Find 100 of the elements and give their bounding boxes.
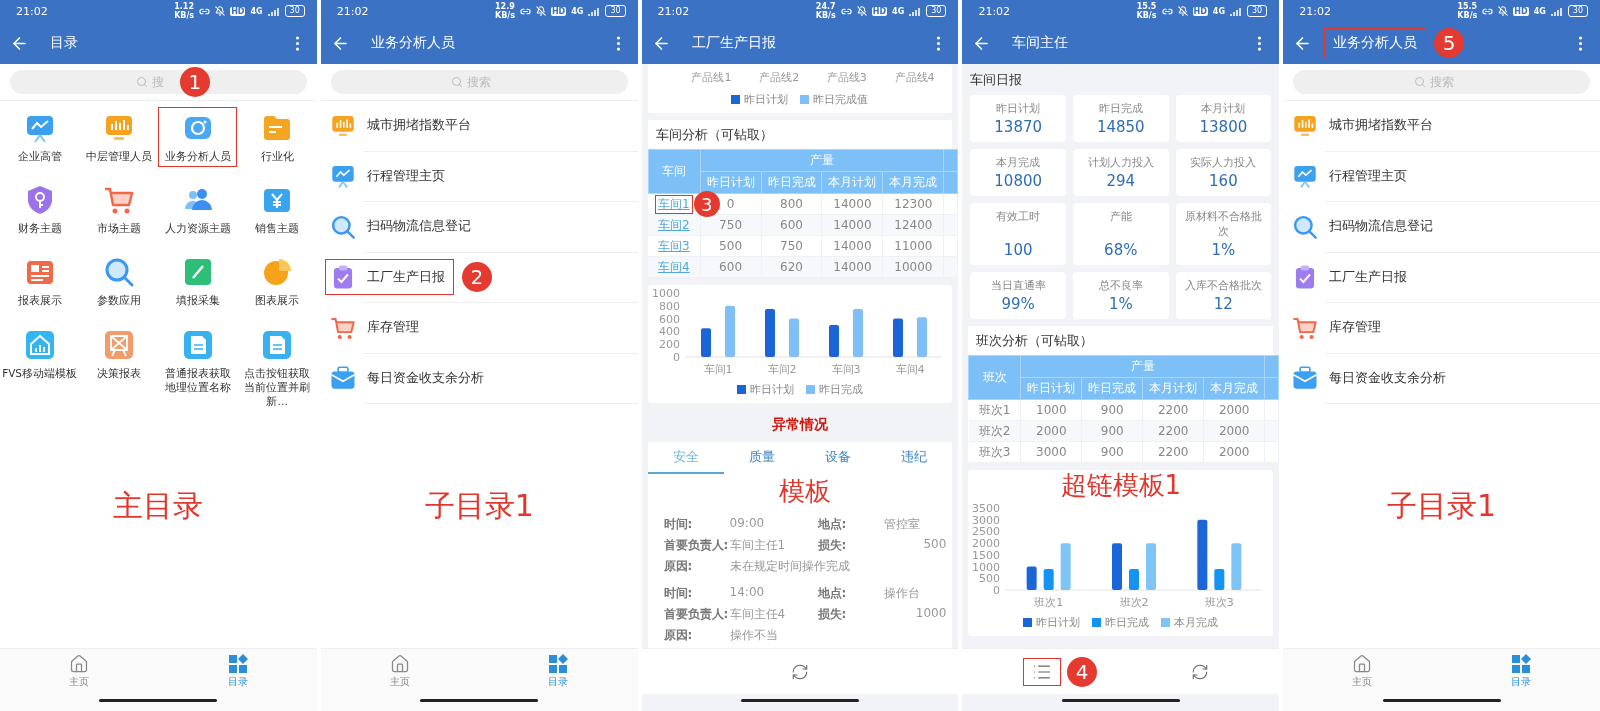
bar: [1112, 543, 1123, 590]
screen-title: 业务分析人员: [1324, 28, 1427, 58]
list-item[interactable]: 城市拥堵指数平台: [324, 107, 480, 144]
catalog-item[interactable]: 中层管理人员: [79, 107, 159, 168]
menu-button[interactable]: [1023, 657, 1062, 686]
bell-off-icon: [1498, 6, 1509, 16]
bar: [828, 325, 839, 357]
bar: [1044, 568, 1055, 590]
axis-tick-label: 2000: [972, 537, 1001, 551]
kpi-label: 有效工时: [996, 209, 1041, 224]
catalog-item[interactable]: FVS移动端模板: [0, 323, 80, 413]
kpi-label: 昨日完成: [1098, 101, 1143, 116]
table-cell: 2000: [1203, 441, 1265, 463]
annotation-caption: 子目录1: [424, 487, 534, 525]
field-label: 原因:: [663, 558, 694, 575]
legend-label: 昨日计划: [750, 382, 794, 397]
catalog-item[interactable]: 财务主题: [0, 179, 80, 240]
catalog-item[interactable]: 企业高管: [0, 107, 80, 168]
list-item[interactable]: 工厂生产日报: [324, 259, 454, 296]
speed-unit: KB/s: [1457, 11, 1478, 20]
table-cell: 500: [700, 235, 762, 257]
step-badge: 2: [461, 262, 492, 293]
signal-icon: [1550, 6, 1563, 16]
nav-tab[interactable]: 主页: [1346, 653, 1379, 690]
kpi-value: 294: [1106, 172, 1136, 190]
field-value: 操作不当: [729, 627, 779, 644]
hd-badge: HD: [1513, 6, 1529, 16]
axis-category-label: 产品线1: [691, 70, 732, 85]
catalog-item[interactable]: 市场主题: [79, 179, 159, 240]
table-cell: 800: [761, 193, 822, 215]
list-item[interactable]: 每日资金收支余分析: [1287, 360, 1456, 397]
hd-badge: HD: [550, 6, 567, 16]
field-value: 1000: [914, 606, 947, 622]
list-item[interactable]: 库存管理: [324, 309, 428, 346]
catalog-item[interactable]: 业务分析人员: [158, 107, 238, 168]
axis-tick-label: 800: [658, 299, 680, 313]
table-cell: 14000: [821, 235, 883, 257]
list-item[interactable]: 行程管理主页: [324, 158, 454, 195]
list-item[interactable]: 扫码物流信息登记: [1287, 208, 1443, 245]
table-cell: 2000: [1203, 420, 1265, 442]
nav-tab[interactable]: 目录: [1504, 653, 1537, 690]
catalog-item[interactable]: 填报采集: [158, 251, 238, 312]
table-cell: 3000: [1020, 441, 1082, 463]
catalog-item[interactable]: 点击按钮获取当前位置并刷新…: [237, 323, 317, 413]
catalog-item[interactable]: 报表展示: [0, 251, 80, 312]
nav-tab[interactable]: 主页: [384, 653, 416, 690]
network-type: 4G: [571, 6, 584, 16]
tab[interactable]: 设备: [800, 442, 877, 474]
catalog-item[interactable]: 决策报表: [79, 323, 159, 413]
tab[interactable]: 违纪: [876, 442, 953, 474]
table-cell: 750: [761, 235, 822, 257]
network-type: 4G: [1533, 6, 1546, 16]
kpi-label: 本月计划: [1201, 101, 1246, 116]
section-title: 车间分析（可钻取）: [647, 120, 953, 149]
kpi-label: 计划人力投入: [1087, 155, 1154, 170]
nav-tab[interactable]: 目录: [542, 653, 575, 690]
catalog-item[interactable]: 人力资源主题: [158, 179, 238, 240]
catalog-item[interactable]: 普通报表获取地理位置名称: [158, 323, 238, 413]
nav-tab[interactable]: 目录: [221, 653, 254, 690]
list-item[interactable]: 库存管理: [1287, 309, 1391, 346]
list-item[interactable]: 工厂生产日报: [1287, 259, 1417, 296]
home-icon: [390, 654, 410, 674]
kpi-value: 12: [1213, 295, 1233, 313]
signal-icon: [588, 6, 601, 16]
axis-tick-label: 400: [658, 325, 680, 339]
table-cell: 班次2: [968, 420, 1021, 442]
bar: [1197, 519, 1208, 590]
field-label: 时间:: [663, 516, 694, 533]
list-item[interactable]: 扫码物流信息登记: [324, 208, 480, 245]
nav-tab[interactable]: 主页: [63, 653, 96, 690]
list-item[interactable]: 每日资金收支余分析: [324, 360, 493, 397]
field-value: 14:00: [729, 585, 766, 601]
catalog-item[interactable]: 参数应用: [79, 251, 159, 312]
axis-category-label: 班次2: [1119, 596, 1149, 609]
list-item[interactable]: 行程管理主页: [1287, 158, 1417, 195]
table-cell: 900: [1081, 399, 1143, 421]
table-cell: 2000: [1203, 399, 1265, 421]
signal-icon: [267, 6, 280, 16]
list-item[interactable]: 城市拥堵指数平台: [1287, 107, 1443, 144]
field-label: 首要负责人:: [663, 537, 730, 554]
tab[interactable]: 质量: [723, 442, 800, 474]
table-cell: 750: [700, 214, 762, 236]
kpi-label: 入库不合格批次: [1184, 278, 1262, 293]
axis-category-label: 产品线2: [759, 70, 800, 85]
legend-label: 昨日完成: [1105, 615, 1150, 630]
catalog-item[interactable]: 行业化: [237, 107, 317, 168]
screen-title: 目录: [49, 33, 79, 52]
step-badge: 5: [1434, 28, 1465, 58]
screen-title: 车间主任: [1011, 33, 1070, 52]
status-time: 21:02: [336, 4, 369, 18]
section-title: 异常情况: [771, 415, 829, 434]
refresh-icon: [791, 662, 809, 681]
table-cell: 12300: [882, 193, 944, 215]
field-label: 损失:: [817, 606, 848, 623]
kpi-label: 当日直通率: [990, 278, 1046, 293]
legend-label: 本月完成: [1174, 615, 1219, 630]
field-value: 车间主任1: [729, 537, 787, 554]
status-time: 21:02: [1299, 4, 1331, 18]
catalog-item[interactable]: 图表展示: [237, 251, 317, 312]
catalog-item[interactable]: 销售主题: [237, 179, 317, 240]
